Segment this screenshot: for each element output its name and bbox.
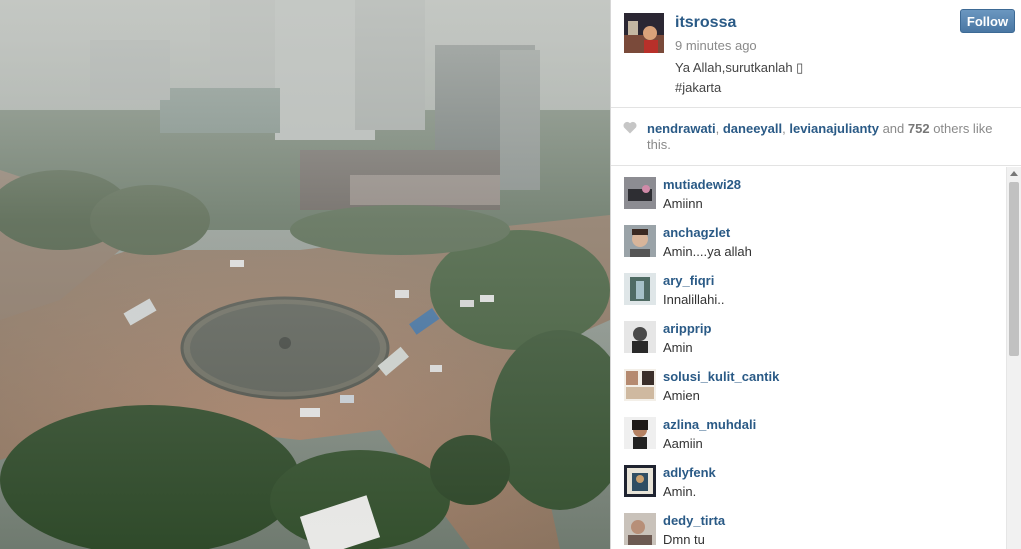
comment-text: Amien: [663, 388, 700, 403]
comment-username[interactable]: mutiadewi28: [663, 177, 741, 192]
commenter-avatar[interactable]: [624, 465, 656, 497]
post-detail-panel: itsrossa 9 minutes ago Ya Allah,surutkan…: [610, 0, 1021, 549]
scrollbar-thumb[interactable]: [1009, 182, 1019, 356]
comment-item: adlyfenk Amin.: [611, 455, 1007, 503]
commenter-avatar[interactable]: [624, 321, 656, 353]
commenter-avatar[interactable]: [624, 513, 656, 545]
likes-separator: ,: [715, 121, 723, 136]
flood-photo-image: [0, 0, 610, 549]
post-caption: Ya Allah,surutkanlah ▯ #jakarta: [675, 58, 803, 98]
comment-username[interactable]: ary_fiqri: [663, 273, 714, 288]
comment-item: dedy_tirta Dmn tu: [611, 503, 1007, 549]
follow-button[interactable]: Follow: [960, 9, 1015, 33]
caption-line-1: Ya Allah,surutkanlah ▯: [675, 60, 804, 75]
comment-item: azlina_muhdali Aamiin: [611, 407, 1007, 455]
owner-avatar[interactable]: [624, 13, 664, 53]
comment-item: ary_fiqri Innalillahi..: [611, 263, 1007, 311]
post-username[interactable]: itsrossa: [675, 14, 736, 32]
likes-text: nendrawati, daneeyall, levianajulianty a…: [647, 121, 1012, 153]
caption-hashtag[interactable]: #jakarta: [675, 78, 803, 98]
scroll-up-arrow-icon[interactable]: [1010, 171, 1018, 176]
likes-summary: nendrawati, daneeyall, levianajulianty a…: [611, 108, 1021, 166]
comment-username[interactable]: adlyfenk: [663, 465, 716, 480]
comment-username[interactable]: aripprip: [663, 321, 711, 336]
comment-username[interactable]: solusi_kulit_cantik: [663, 369, 779, 384]
comment-item: aripprip Amin: [611, 311, 1007, 359]
commenter-avatar[interactable]: [624, 273, 656, 305]
comment-text: Amiinn: [663, 196, 703, 211]
comments-list: mutiadewi28 Amiinn anchagzlet Amin....ya…: [611, 167, 1007, 549]
liker-link[interactable]: nendrawati: [647, 121, 716, 136]
comment-item: anchagzlet Amin....ya allah: [611, 215, 1007, 263]
comments-scrollbar[interactable]: [1006, 167, 1021, 549]
comment-text: Aamiin: [663, 436, 703, 451]
comment-item: mutiadewi28 Amiinn: [611, 167, 1007, 215]
likes-connector: and: [878, 121, 908, 136]
post-timestamp: 9 minutes ago: [675, 38, 757, 53]
post-header: itsrossa 9 minutes ago Ya Allah,surutkan…: [611, 0, 1021, 108]
commenter-avatar[interactable]: [624, 369, 656, 401]
comment-text: Amin.: [663, 484, 697, 499]
commenter-avatar[interactable]: [624, 417, 656, 449]
comment-text: Innalillahi..: [663, 292, 725, 307]
post-photo: [0, 0, 610, 549]
liker-link[interactable]: levianajulianty: [789, 121, 879, 136]
comment-username[interactable]: dedy_tirta: [663, 513, 725, 528]
commenter-avatar[interactable]: [624, 225, 656, 257]
commenter-avatar[interactable]: [624, 177, 656, 209]
liker-link[interactable]: daneeyall: [723, 121, 782, 136]
likes-count[interactable]: 752: [908, 121, 930, 136]
comment-username[interactable]: azlina_muhdali: [663, 417, 756, 432]
comment-text: Dmn tu: [663, 532, 705, 547]
comment-username[interactable]: anchagzlet: [663, 225, 730, 240]
comment-text: Amin....ya allah: [663, 244, 752, 259]
heart-icon[interactable]: [623, 121, 637, 139]
owner-avatar-image: [624, 13, 664, 53]
comment-text: Amin: [663, 340, 693, 355]
comment-item: solusi_kulit_cantik Amien: [611, 359, 1007, 407]
